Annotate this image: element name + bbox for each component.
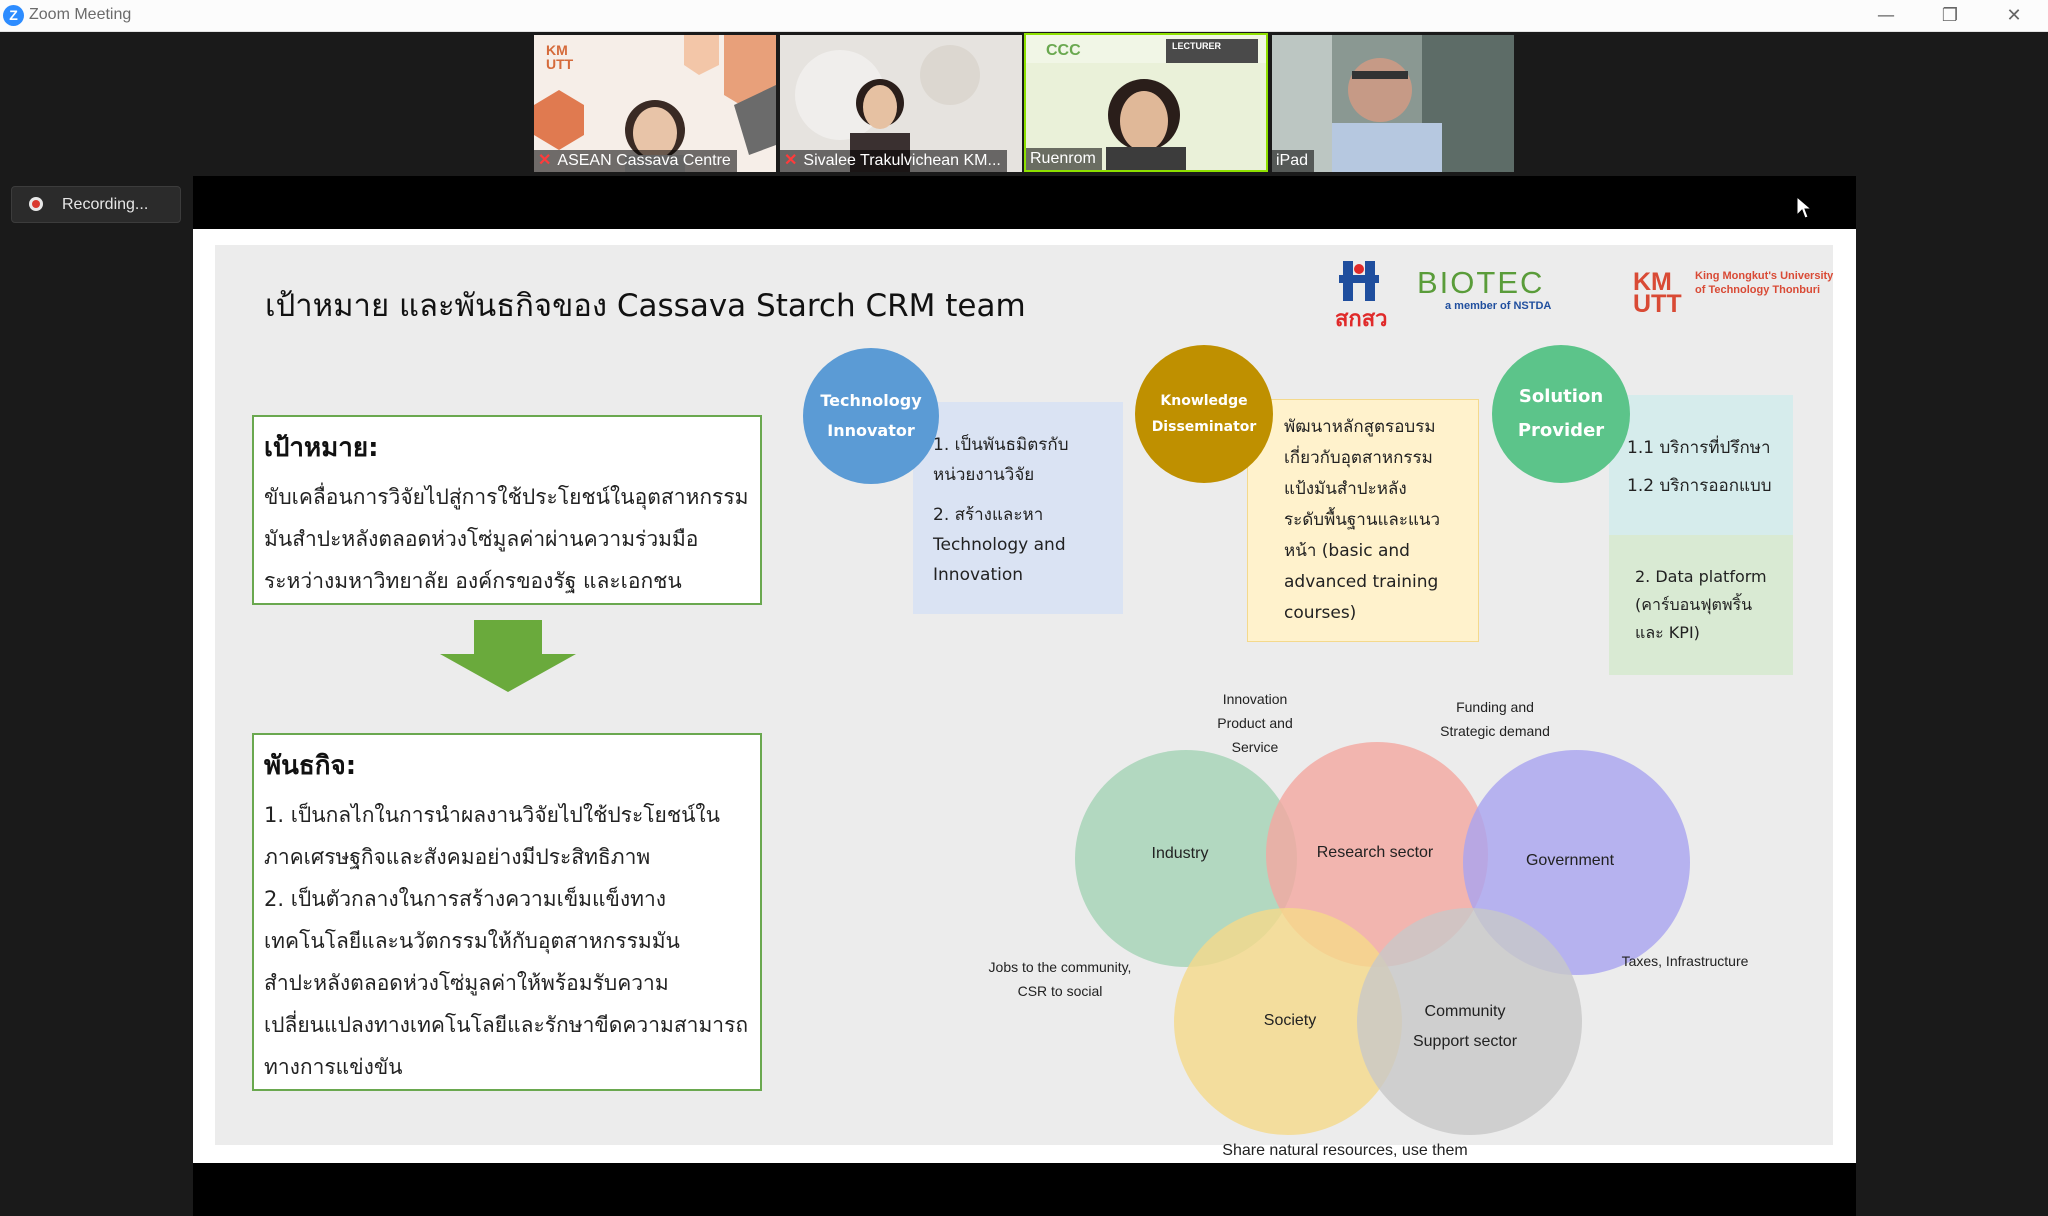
mouse-cursor-icon (1796, 196, 1812, 219)
kmutt-logo-mark: KM UTT (1633, 268, 1682, 318)
venn-label-government: Government (1525, 852, 1615, 869)
role-title: Knowledge Disseminator (1151, 393, 1257, 435)
mission-box: พันธกิจ: 1. เป็นกลไกในการนำผลงานวิจัยไปใ… (252, 733, 762, 1091)
window-title: Zoom Meeting (29, 6, 132, 23)
svg-text:CCC: CCC (1046, 42, 1081, 59)
participant-name-label: iPad (1272, 150, 1315, 172)
technology-innovator-box: 1. เป็นพันธมิตรกับหน่วยงานวิจัย 2. สร้าง… (913, 402, 1123, 614)
participant-name-label: ✕ Sivalee Trakulvichean KM... (780, 150, 1007, 172)
tsao-logo-icon (1339, 261, 1379, 301)
goal-heading: เป้าหมาย: (264, 433, 379, 463)
participant-name-label: Ruenrom (1026, 148, 1102, 170)
recording-label: Recording... (62, 196, 149, 213)
venn-label-society: Society (1263, 1012, 1317, 1029)
participant-tile-sivalee[interactable]: ✕ Sivalee Trakulvichean KM... (780, 35, 1022, 172)
biotec-sub: a member of NSTDA (1445, 300, 1552, 312)
role-item: 1.1 บริการที่ปรึกษา (1627, 438, 1771, 458)
role-item: พัฒนาหลักสูตรอบรมเกี่ยวกับอุตสาหกรรมแป้ง… (1284, 417, 1441, 623)
biotec-logo: BIOTEC (1417, 265, 1545, 300)
share-screen-top-bar (193, 176, 1856, 229)
knowledge-disseminator-circle: Knowledge Disseminator (1135, 345, 1273, 483)
role-item: 1.2 บริการออกแบบ (1627, 476, 1772, 496)
knowledge-disseminator-box: พัฒนาหลักสูตรอบรมเกี่ยวกับอุตสาหกรรมแป้ง… (1247, 399, 1479, 642)
participant-tile-asean[interactable]: KM UTT ✕ ASEAN Cassava Centre (534, 35, 776, 172)
role-title: Solution Provider (1517, 386, 1605, 441)
venn-note-share: Share natural resources, use them (1222, 1142, 1468, 1159)
venn-note-innovation: Innovation Product and Service (1217, 691, 1293, 755)
participant-tile-ruenrom[interactable]: CCC LECTURER Ruenrom (1024, 33, 1268, 172)
mission-item-1: 1. เป็นกลไกในการนำผลงานวิจัยไปใช้ประโยชน… (264, 803, 721, 869)
lecturer-badge: LECTURER (1172, 41, 1221, 51)
venn-note-funding: Funding and Strategic demand (1440, 699, 1550, 739)
role-item: 2. Data platform (คาร์บอนฟุตพริ้นและ KPI… (1635, 567, 1767, 642)
close-button[interactable]: ✕ (1986, 0, 2042, 31)
venn-label-research: Research sector (1316, 844, 1434, 861)
participant-name-label: ✕ ASEAN Cassava Centre (534, 150, 737, 172)
muted-mic-icon: ✕ (538, 152, 552, 169)
goal-text: ขับเคลื่อนการวิจัยไปสู่การใช้ประโยชน์ในอ… (264, 485, 749, 593)
venn-note-taxes: Taxes, Infrastructure (1621, 953, 1749, 969)
share-screen-bottom-bar (193, 1163, 1856, 1216)
venn-label-community: Community Support sector (1412, 1003, 1518, 1050)
kmutt-logo-name: King Mongkut's University of Technology … (1695, 270, 1834, 296)
restore-button[interactable]: ❐ (1922, 0, 1978, 31)
mission-item-2: 2. เป็นตัวกลางในการสร้างความเข็มแข็งทางเ… (264, 887, 749, 1079)
venn-note-jobs: Jobs to the community, CSR to social (988, 959, 1132, 999)
muted-mic-icon: ✕ (784, 152, 798, 169)
participant-tile-ipad[interactable]: iPad (1272, 35, 1514, 172)
goal-box: เป้าหมาย: ขับเคลื่อนการวิจัยไปสู่การใช้ป… (252, 415, 762, 605)
window-titlebar: Z Zoom Meeting — ❐ ✕ (0, 0, 2048, 32)
tsao-logo-text: สกสว (1335, 307, 1388, 332)
technology-innovator-circle: Technology Innovator (803, 348, 939, 484)
mission-heading: พันธกิจ: (264, 751, 357, 781)
down-arrow-icon (440, 620, 576, 692)
slide-title: เป้าหมาย และพันธกิจของ Cassava Starch CR… (265, 288, 1026, 324)
zoom-logo-icon: Z (3, 5, 24, 26)
role-item: 2. สร้างและหา Technology and Innovation (933, 505, 1066, 585)
presentation-slide: เป้าหมาย และพันธกิจของ Cassava Starch CR… (215, 245, 1834, 1159)
solution-provider-box-top: 1.1 บริการที่ปรึกษา 1.2 บริการออกแบบ (1609, 395, 1793, 535)
record-icon (29, 197, 43, 211)
solution-provider-circle: Solution Provider (1492, 345, 1630, 483)
kmutt-mark-small: KM UTT (546, 42, 574, 72)
minimize-button[interactable]: — (1858, 0, 1914, 31)
recording-indicator-button[interactable]: Recording... (11, 186, 181, 223)
solution-provider-box-bottom: 2. Data platform (คาร์บอนฟุตพริ้นและ KPI… (1609, 535, 1793, 675)
role-item: 1. เป็นพันธมิตรกับหน่วยงานวิจัย (933, 435, 1069, 485)
role-title: Technology Innovator (820, 391, 922, 440)
venn-label-industry: Industry (1151, 845, 1209, 862)
